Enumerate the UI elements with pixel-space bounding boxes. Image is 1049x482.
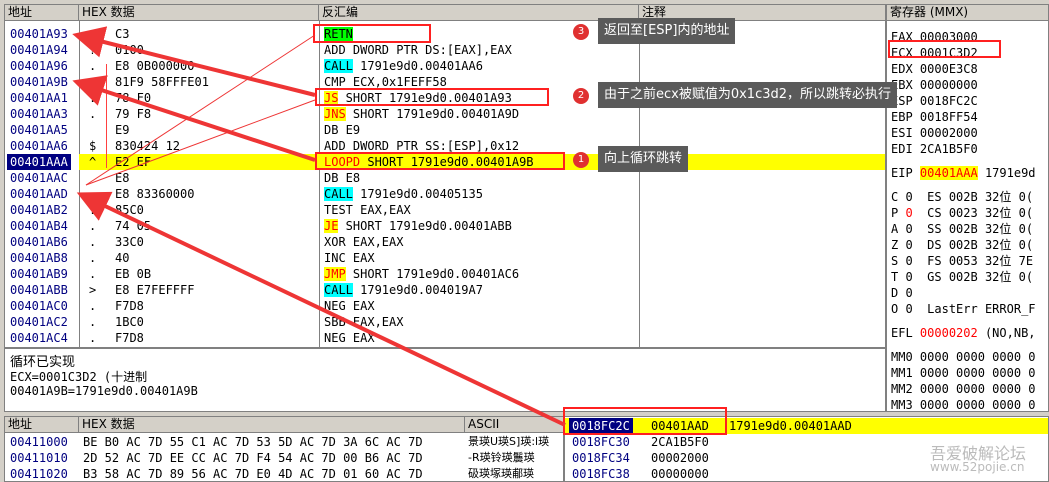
annotation-arrows [72,26,566,427]
callout-number-3: 3 [573,24,589,40]
arrow-stack-to-aad [76,191,566,427]
thin-line-1 [85,34,316,186]
callout-number-1: 1 [573,152,589,168]
callout-1: 向上循环跳转 [598,146,689,172]
callout-3: 返回至[ESP]内的地址 [598,18,736,44]
thin-line-2 [85,99,316,186]
watermark-url: www.52pojie.cn [930,460,1025,474]
callout-number-2: 2 [573,88,589,104]
arrow-retn-to-a93 [72,26,316,97]
callout-2: 由于之前ecx被赋值为0x1c3d2，所以跳转必执行 [598,82,898,108]
arrow-loopd-to-a9b [72,75,316,162]
